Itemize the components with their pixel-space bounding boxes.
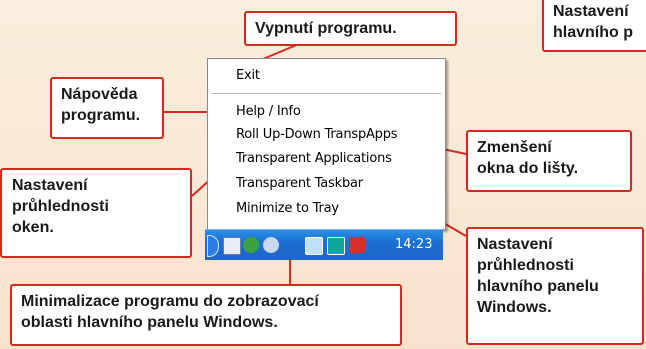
network-icon[interactable] (305, 237, 323, 255)
system-tray: 14:23 (205, 229, 443, 260)
menu-separator (212, 93, 441, 94)
callout-help: Nápověda programu. (50, 77, 164, 139)
callout-corner-line1: Nastavení (553, 3, 629, 20)
callout-rollup-line2: okna do lišty. (477, 160, 579, 177)
flower-icon[interactable] (243, 237, 259, 253)
menu-item-exit[interactable]: Exit (236, 68, 260, 83)
callout-rollup-line1: Zmenšení (477, 139, 552, 156)
callout-rollup: Zmenšení okna do lišty. (466, 130, 632, 192)
callout-tray-line2: oblasti hlavního panelu Windows. (21, 314, 278, 331)
callout-corner-line2: hlavního p (553, 24, 633, 41)
menu-item-transparent-taskbar[interactable]: Transparent Taskbar (236, 176, 363, 191)
callout-taskbar-line4: Windows. (477, 299, 552, 316)
callout-exit: Vypnutí programu. (244, 11, 457, 46)
callout-transparency-line2: průhlednosti (12, 198, 109, 215)
callout-taskbar-line2: průhlednosti (477, 257, 574, 274)
menu-item-help-info[interactable]: Help / Info (236, 104, 301, 119)
window-icon[interactable] (223, 237, 241, 255)
callout-help-line2: programu. (61, 107, 141, 124)
callout-exit-text: Vypnutí programu. (255, 20, 397, 37)
chevron-left-icon[interactable] (207, 235, 219, 257)
callout-taskbar-line1: Nastavení (477, 236, 553, 253)
menu-item-transparent-applications[interactable]: Transparent Applications (236, 151, 392, 166)
menu-item-minimize-to-tray[interactable]: Minimize to Tray (236, 201, 339, 216)
tray-context-menu: Exit Help / Info Roll Up-Down TranspApps… (207, 58, 446, 230)
callout-tray-line1: Minimalizace programu do zobrazovací (21, 293, 319, 310)
callout-taskbar: Nastavení průhlednosti hlavního panelu W… (466, 227, 644, 345)
callout-transparency: Nastavení průhlednosti oken. (0, 168, 192, 258)
callout-tray: Minimalizace programu do zobrazovací obl… (10, 284, 402, 346)
shield-icon[interactable] (349, 237, 365, 253)
speaker-icon[interactable] (263, 237, 279, 253)
callout-transparency-line1: Nastavení (12, 177, 88, 194)
transparency-app-icon[interactable] (327, 237, 345, 255)
menu-item-roll-up-down[interactable]: Roll Up-Down TranspApps (236, 127, 398, 142)
callout-help-line1: Nápověda (61, 86, 138, 103)
clock: 14:23 (395, 237, 433, 252)
callout-transparency-line3: oken. (12, 219, 54, 236)
callout-taskbar-line3: hlavního panelu (477, 278, 599, 295)
callout-corner: Nastavení hlavního p (542, 0, 646, 52)
